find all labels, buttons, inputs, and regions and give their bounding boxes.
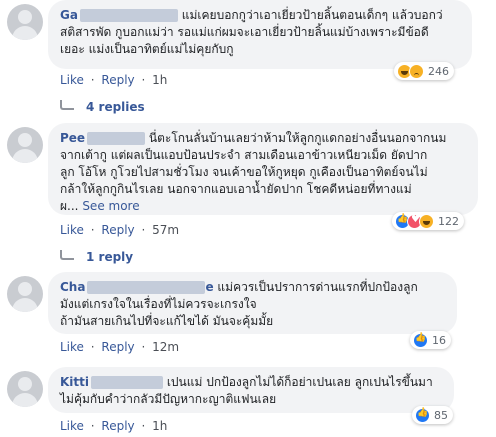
like-link[interactable]: Like bbox=[60, 419, 84, 433]
comment-text-truncated: ผ... bbox=[60, 199, 79, 213]
comment-time[interactable]: 57m bbox=[152, 223, 179, 237]
comment-actions: Like · Reply · 1h bbox=[60, 419, 168, 433]
view-replies-link[interactable]: 1 reply bbox=[60, 250, 133, 264]
comment-text-line: ลูก โอ้โห กูโวยไปสามชั่วโมง จนเค้าขอให้ก… bbox=[60, 165, 428, 179]
comment-time[interactable]: 1h bbox=[152, 73, 167, 87]
reply-arrow-icon bbox=[60, 100, 74, 110]
reaction-summary[interactable]: 16 bbox=[410, 331, 451, 349]
comment-text-line: เยอะ แม่งเป็นอาทิตย์แม่ไม่คุยกับกู bbox=[60, 42, 234, 56]
comment-time[interactable]: 1h bbox=[152, 419, 167, 433]
commenter-name[interactable]: Kitti bbox=[60, 374, 163, 391]
comment-text-line: นี่ตะโกนลั่นบ้านเลยว่าห้ามให้ลูกกูแดกอย่… bbox=[148, 131, 447, 145]
see-more-link[interactable]: See more bbox=[82, 199, 139, 213]
comment-bubble: Pee นี่ตะโกนลั่นบ้านเลยว่าห้ามให้ลูกกูแด… bbox=[48, 123, 478, 215]
reply-link[interactable]: Reply bbox=[101, 419, 134, 433]
like-link[interactable]: Like bbox=[60, 73, 84, 87]
comment-text-line: แม่ควรเป็นปราการด่านแรกที่ปกป้องลูก bbox=[217, 280, 418, 294]
reply-arrow-icon bbox=[60, 250, 74, 260]
view-replies-link[interactable]: 4 replies bbox=[60, 100, 145, 114]
comment-time[interactable]: 12m bbox=[152, 340, 179, 354]
comment-bubble: Cha e แม่ควรเป็นปราการด่านแรกที่ปกป้องลูก… bbox=[48, 272, 457, 334]
comment-text-line: สติสารพัด กูบอกแม่ว่า รอแม่แก่ผมจะเอาเยี… bbox=[60, 25, 429, 39]
reaction-count: 246 bbox=[428, 64, 449, 78]
reply-link[interactable]: Reply bbox=[101, 73, 134, 87]
avatar[interactable] bbox=[7, 127, 43, 163]
reaction-count: 16 bbox=[432, 333, 446, 347]
reaction-count: 85 bbox=[434, 408, 448, 422]
avatar[interactable] bbox=[7, 371, 43, 407]
commenter-name[interactable]: Pee bbox=[60, 130, 146, 147]
reaction-summary[interactable]: 122 bbox=[392, 212, 464, 230]
sad-icon bbox=[409, 63, 424, 79]
commenter-name[interactable]: Ga bbox=[60, 7, 178, 24]
like-link[interactable]: Like bbox=[60, 340, 84, 354]
comment-bubble: Kitti เปนแม่ ปกป้องลูกไม่ได้ก็อย่าเปนเลย… bbox=[48, 367, 454, 413]
like-link[interactable]: Like bbox=[60, 223, 84, 237]
like-reaction-icon bbox=[413, 332, 428, 348]
commenter-name[interactable]: Cha e bbox=[60, 279, 214, 296]
comment-text-line: เปนแม่ ปกป้องลูกไม่ได้ก็อย่าเปนเลย ลูกเป… bbox=[166, 375, 433, 389]
reaction-count: 122 bbox=[438, 214, 459, 228]
avatar[interactable] bbox=[7, 276, 43, 312]
reply-link[interactable]: Reply bbox=[101, 340, 134, 354]
comment-text-line: มังแต่เกรงใจในเรื่องที่ไม่ควรจะเกรงใจ bbox=[60, 297, 257, 311]
comment-text-line: ไม่คุ้มกับคำว่ากลัวมีปัญหากะญาติแฟนเลย bbox=[60, 392, 277, 406]
comment-text-line: จากเต้ากู แต่ผลเป็นแอบป้อนประจำ สามเดือน… bbox=[60, 148, 428, 162]
reply-link[interactable]: Reply bbox=[101, 223, 134, 237]
reaction-summary[interactable]: 246 bbox=[394, 62, 454, 80]
comment-text-line: แม่เคยบอกกูว่าเอาเยี่ยวป้ายลิ้นตอนเด็กๆ … bbox=[181, 8, 443, 22]
avatar[interactable] bbox=[7, 4, 43, 40]
comment-actions: Like · Reply · 1h bbox=[60, 73, 168, 87]
comment-text-line: กล้าให้ลูกกูกินไรเลย นอกจากแอบเอาน้ำยัดป… bbox=[60, 182, 412, 196]
haha-icon bbox=[419, 213, 434, 229]
comment-actions: Like · Reply · 57m bbox=[60, 223, 180, 237]
comment-bubble: Ga แม่เคยบอกกูว่าเอาเยี่ยวป้ายลิ้นตอนเด็… bbox=[48, 0, 472, 69]
reaction-summary[interactable]: 85 bbox=[412, 406, 453, 424]
like-reaction-icon bbox=[415, 407, 430, 423]
comment-text-line: ถ้ามันสายเกินไปที่จะแก้ไขได้ มันจะคุ้มมั… bbox=[60, 314, 274, 328]
comment-actions: Like · Reply · 12m bbox=[60, 340, 180, 354]
